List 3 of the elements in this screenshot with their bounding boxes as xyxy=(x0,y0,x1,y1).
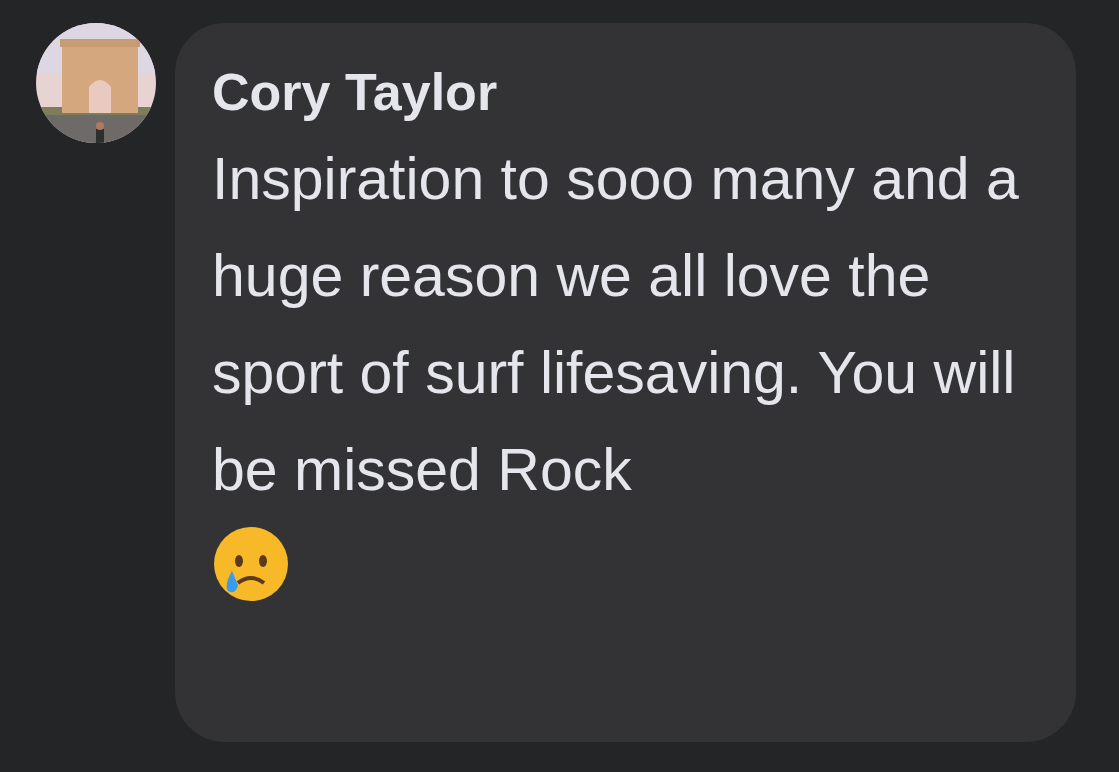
comment-text: Inspiration to sooo many and a huge reason we all love the sport of surf lifesaving. You will be missed Rock xyxy=(212,145,1020,505)
crying-face-icon xyxy=(212,525,290,603)
author-name[interactable]: Cory Taylor xyxy=(212,53,1046,131)
